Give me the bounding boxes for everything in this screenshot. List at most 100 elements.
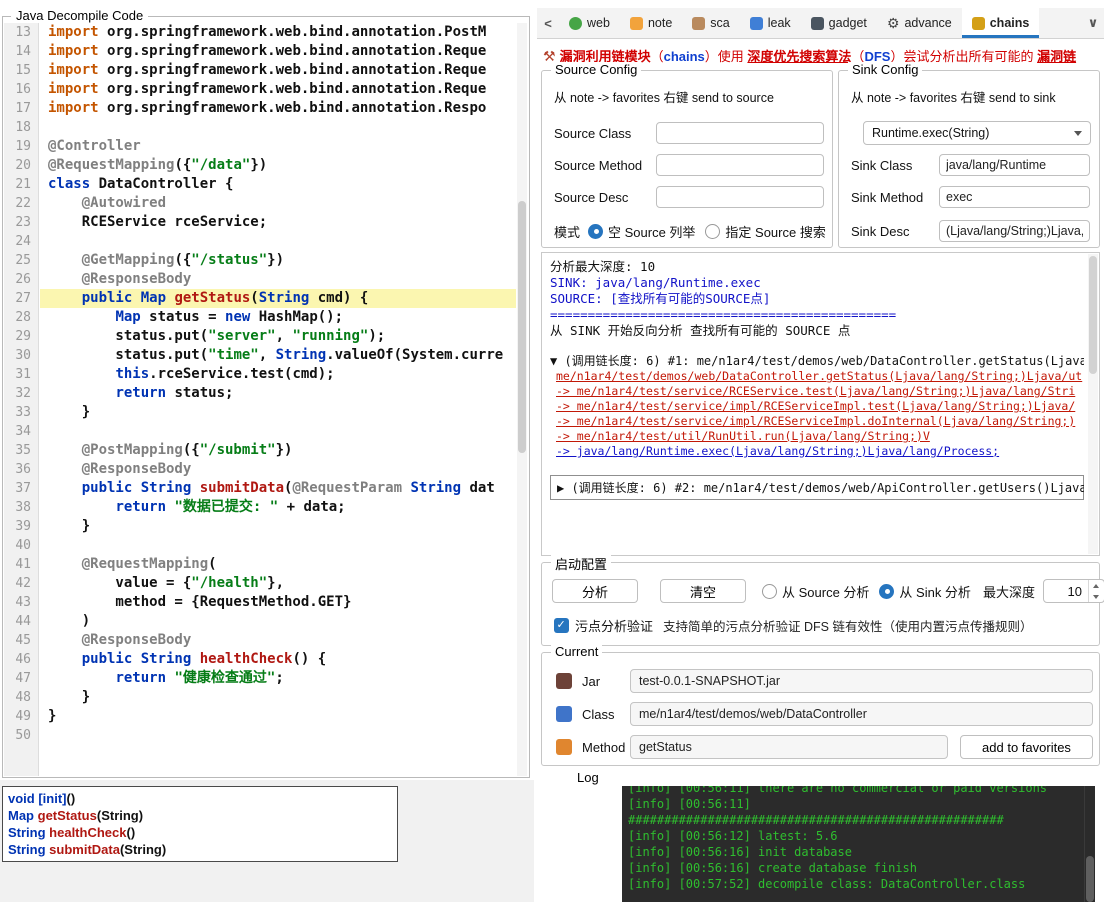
editor-scrollbar[interactable] [517,23,527,776]
code-line-25: @GetMapping({"/status"}) [40,251,516,270]
code-editor[interactable]: 1314151617181920212223242526272829303132… [4,23,528,776]
sink-method-input[interactable] [939,186,1090,208]
text-segment: "/data" [191,157,250,173]
text-segment: }) [267,252,284,268]
code-line-33: } [40,403,516,422]
text-segment: , [276,328,293,344]
method-list-item[interactable]: String submitData(String) [8,841,392,858]
text-segment: @GetMapping [48,252,174,268]
max-depth-stepper[interactable]: 10 [1043,579,1104,603]
tab-web[interactable]: web [559,8,620,38]
stepper-buttons[interactable] [1088,580,1104,602]
text-segment: public Map [48,290,174,306]
tab-list-chevron-down-icon[interactable]: ∨ [1082,8,1104,38]
log-scrollbar[interactable] [1084,786,1095,902]
radio-from-source[interactable] [762,584,777,599]
text-segment: } [48,708,56,724]
chain-link[interactable]: -> me/n1ar4/test/service/impl/RCEService… [550,414,1084,429]
log-console[interactable]: [info] [00:56:11] there are no commercia… [622,786,1095,902]
tabs: webnotescaleak gadget ⚙advancechains [559,8,1082,38]
code-line-41: @RequestMapping( [40,555,516,574]
chain-link[interactable]: -> me/n1ar4/test/util/RunUtil.run(Ljava/… [550,429,1084,444]
line-number: 43 [4,593,38,612]
sink-desc-input[interactable] [939,220,1090,242]
code-line-46: public String healthCheck() { [40,650,516,669]
source-method-row: Source Method [554,153,824,177]
method-list-item[interactable]: Map getStatus(String) [8,807,392,824]
line-number: 42 [4,574,38,593]
log-scrollbar-thumb[interactable] [1086,856,1094,902]
taint-verify-checkbox[interactable] [554,618,569,633]
tab-label: gadget [829,16,867,30]
log-title: Log [577,770,599,785]
chain-1-header[interactable]: ▼ (调用链长度: 6) #1: me/n1ar4/test/demos/web… [550,353,1084,369]
line-number: 15 [4,61,38,80]
code-line-36: @ResponseBody [40,460,516,479]
text-segment: String [8,825,49,840]
method-icon [556,739,572,755]
text-segment: @RequestMapping [48,157,174,173]
output-scrollbar[interactable] [1088,254,1098,554]
source-class-row: Source Class [554,121,824,145]
tab-scroll-back-icon[interactable]: < [537,8,559,38]
chain-link[interactable]: -> java/lang/Runtime.exec(Ljava/lang/Str… [550,444,1084,459]
editor-scrollbar-thumb[interactable] [518,201,526,453]
max-depth-label: 最大深度 [983,582,1035,601]
method-input[interactable] [630,735,948,759]
stepper-up-icon[interactable] [1089,580,1104,591]
chain-link[interactable]: -> me/n1ar4/test/service/RCEService.test… [550,384,1084,399]
output-scrollbar-thumb[interactable] [1089,256,1097,374]
analysis-output[interactable]: 分析最大深度: 10SINK: java/lang/Runtime.execSO… [541,252,1100,556]
clear-button[interactable]: 清空 [660,579,746,603]
tab-advance[interactable]: ⚙advance [877,8,962,38]
source-desc-input[interactable] [656,186,824,208]
source-config-hint: 从 note -> favorites 右键 send to source [554,87,774,106]
sink-class-input[interactable] [939,154,1090,176]
radio-empty-source[interactable] [588,224,603,239]
line-number: 41 [4,555,38,574]
text-segment: import [48,100,107,116]
text-segment: + data; [278,499,345,515]
text-segment: }, [267,575,284,591]
code-line-49: } [40,707,516,726]
analyze-button[interactable]: 分析 [552,579,638,603]
text-segment: dat [461,480,495,496]
method-list[interactable]: void [init]()Map getStatus(String)String… [2,786,398,862]
text-segment: submitData [200,480,284,496]
line-number: 29 [4,327,38,346]
source-method-input[interactable] [656,154,824,176]
chain-link[interactable]: -> me/n1ar4/test/service/impl/RCEService… [550,399,1084,414]
radio-from-sink[interactable] [879,584,894,599]
method-list-item[interactable]: void [init]() [8,790,392,807]
stepper-down-icon[interactable] [1089,591,1104,602]
radio-empty-source-label: 空 Source 列举 [608,222,695,241]
tab-gadget[interactable]: gadget [801,8,877,38]
chain-link[interactable]: me/n1ar4/test/demos/web/DataController.g… [550,369,1084,384]
tab-sca[interactable]: sca [682,8,739,38]
add-to-favorites-button[interactable]: add to favorites [960,735,1093,759]
jar-input[interactable] [630,669,1093,693]
text-segment: (String) [120,842,166,857]
line-number: 45 [4,631,38,650]
source-class-input[interactable] [656,122,824,144]
log-line: ########################################… [628,812,1080,828]
banner-segment: 深度优先搜索算法 [747,49,851,64]
class-input[interactable] [630,702,1093,726]
method-list-item[interactable]: String healthCheck() [8,824,392,841]
sink-preset-select[interactable]: Runtime.exec(String) [863,121,1091,145]
text-segment: public String [48,651,200,667]
tab-leak[interactable]: leak [740,8,801,38]
log-line: [info] [00:56:16] init database [628,844,1080,860]
text-segment: () { [292,651,326,667]
radio-specified-source[interactable] [705,224,720,239]
tab-chains[interactable]: chains [962,8,1040,38]
text-segment: class [48,176,99,192]
line-number: 26 [4,270,38,289]
text-segment: String [276,347,327,363]
chain-2-collapsed-row[interactable]: ▶ (调用链长度: 6) #2: me/n1ar4/test/demos/web… [550,475,1084,500]
method-label: Method [582,740,630,755]
text-segment: healthCheck [200,651,293,667]
code-line-24 [40,232,516,251]
console-line: SOURCE: [查找所有可能的SOURCE点] [550,291,1084,307]
tab-note[interactable]: note [620,8,682,38]
